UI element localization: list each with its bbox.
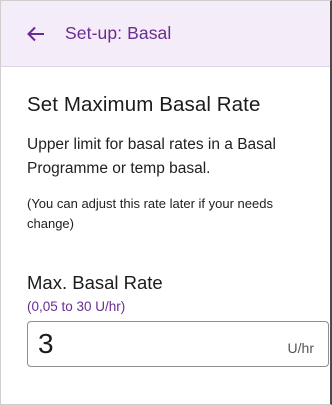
main-content: Set Maximum Basal Rate Upper limit for b…	[1, 93, 330, 367]
app-bar: Set-up: Basal	[1, 1, 330, 67]
note-text: (You can adjust this rate later if your …	[27, 196, 273, 231]
arrow-left-icon[interactable]	[27, 26, 45, 42]
section-heading: Set Maximum Basal Rate	[27, 93, 261, 116]
page-title: Set-up: Basal	[65, 23, 172, 43]
max-basal-rate-range: (0,05 to 30 U/hr)	[27, 299, 126, 314]
setup-basal-screen: Set-up: Basal Set Maximum Basal Rate Upp…	[0, 0, 332, 405]
max-basal-rate-value: 3	[38, 328, 54, 359]
max-basal-rate-label: Max. Basal Rate	[27, 272, 163, 293]
max-basal-rate-input[interactable]: 3 U/hr	[27, 321, 329, 367]
max-basal-rate-unit: U/hr	[287, 340, 314, 356]
description-text: Upper limit for basal rates in a Basal P…	[27, 136, 276, 177]
